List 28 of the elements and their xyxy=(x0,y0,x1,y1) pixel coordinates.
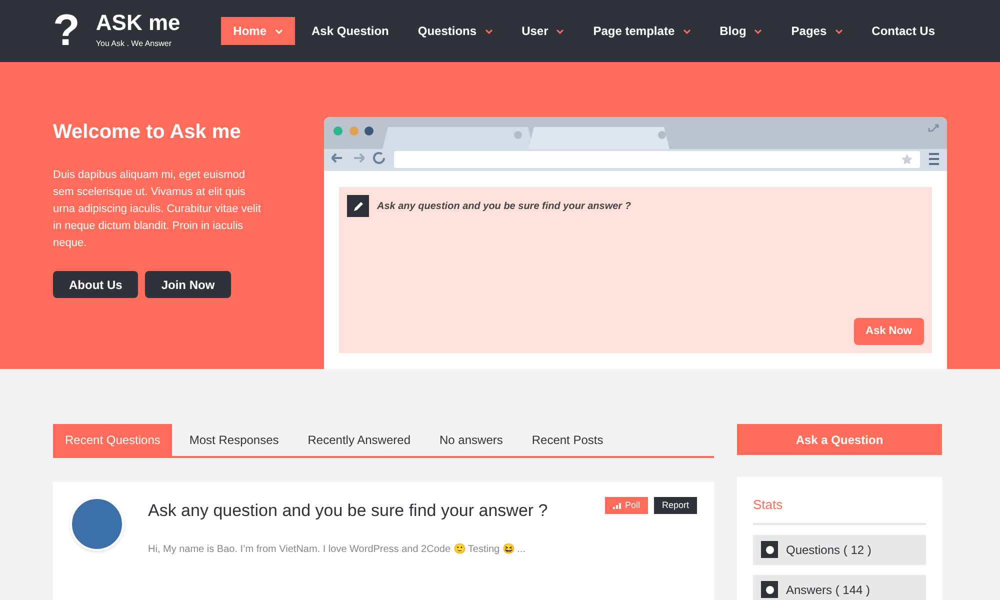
nav-link[interactable]: Contact Us xyxy=(860,17,947,45)
question-title: Ask any question and you be sure find your answer ? xyxy=(148,500,549,522)
nav-link[interactable]: User xyxy=(510,17,576,45)
tab[interactable]: Recent Posts xyxy=(520,424,616,456)
stats-label: Questions ( 12 ) xyxy=(786,542,872,558)
logo-tagline: You Ask . We Answer xyxy=(96,38,172,50)
signal-icon xyxy=(612,502,621,508)
logo-mark: ? xyxy=(53,9,80,53)
nav-link[interactable]: Page template xyxy=(581,17,703,45)
tab[interactable]: Recently Answered xyxy=(296,424,422,456)
nav-link[interactable]: Ask Question xyxy=(300,17,401,45)
tab[interactable]: No answers xyxy=(428,424,515,456)
nav-link[interactable]: Pages xyxy=(779,17,855,45)
question-field[interactable]: Ask any question and you be sure find your answer ? xyxy=(377,198,924,214)
tab[interactable]: Most Responses xyxy=(177,424,291,456)
hero-button[interactable]: About Us xyxy=(53,271,138,298)
question-excerpt: Hi, My name is Bao. I’m from VietNam. I love WordPress and 2Code 🙂 Testing 😆 ... xyxy=(148,542,526,557)
nav-link[interactable]: Blog xyxy=(708,17,774,45)
avatar-placeholder xyxy=(70,497,124,551)
hero-title: Welcome to Ask me xyxy=(53,120,242,145)
logo-title: ASK me xyxy=(96,12,180,34)
stats-title: Stats xyxy=(753,495,926,524)
pencil-icon xyxy=(347,195,369,217)
hero-button[interactable]: Join Now xyxy=(145,271,231,298)
nav-link[interactable]: Questions xyxy=(406,17,505,45)
report-button[interactable]: Report xyxy=(654,497,697,514)
stats-label: Answers ( 144 ) xyxy=(786,582,870,598)
hero-text: Duis dapibus aliquam mi, eget euismod sem scelerisque ut. Vivamus at elit quis urna adipiscing iaculis. Curabitur vitae velit in neque dictum blandit. Proin in iaculis neque. xyxy=(53,168,262,251)
